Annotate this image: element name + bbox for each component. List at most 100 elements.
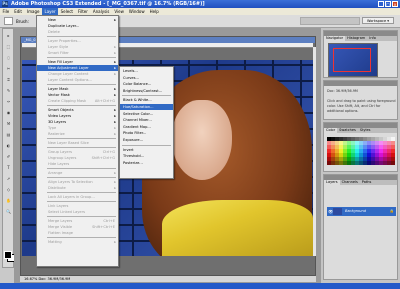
layer-menu-item[interactable]: Rasterize ▸ (37, 131, 118, 137)
lasso-tool-icon[interactable]: ◌ (5, 55, 12, 60)
adjustment-menu-item[interactable]: Selective Color... (120, 111, 173, 117)
menu-item-label: Layer Mask (48, 87, 69, 91)
panel-tab[interactable]: Histogram (345, 36, 367, 41)
panel-tab[interactable]: Layers (324, 180, 340, 185)
brush-tool-icon[interactable]: ◉ (5, 110, 12, 115)
menu-item-label: Merge Layers (48, 219, 73, 223)
menu-item-label: Distribute (48, 186, 66, 190)
type-tool-icon[interactable]: ✋ (5, 198, 12, 203)
menu-window[interactable]: Window (126, 8, 147, 15)
adjustment-menu-item[interactable]: Hue/Saturation... (120, 104, 173, 110)
adjustment-menu-item[interactable]: Levels... (120, 68, 173, 74)
layer-menu-item[interactable]: New Layer Based Slice (37, 140, 118, 146)
panel-tab[interactable]: Navigator (324, 36, 346, 41)
menu-image[interactable]: Image (24, 8, 42, 15)
menu-file[interactable]: File (0, 8, 12, 15)
submenu-arrow-icon: ▸ (114, 240, 116, 244)
menu-separator (47, 216, 116, 217)
menu-item-label: Lock All Layers in Group... (48, 195, 95, 199)
slice-tool-icon[interactable]: ✎ (5, 88, 12, 93)
adjustment-menu-item[interactable]: Exposure... (120, 137, 173, 143)
quick-select-tool-icon[interactable]: ✂ (5, 66, 12, 71)
workspace-button[interactable]: Workspace ▾ (362, 17, 394, 24)
crop-tool-icon[interactable]: ⌗ (5, 77, 12, 82)
adjustment-menu-item[interactable]: Channel Mixer... (120, 117, 173, 123)
adjustment-menu-item[interactable]: Threshold... (120, 153, 173, 159)
layer-menu-item[interactable]: Smart Filter ▸ (37, 50, 118, 56)
swatch-grid[interactable] (327, 137, 395, 165)
color-swatch[interactable] (391, 161, 395, 165)
adjustment-menu-item[interactable]: Color Balance... (120, 81, 173, 87)
info-panel: Doc: 36.9M/36.9M Click and drag to paint … (323, 80, 398, 120)
layer-menu-item[interactable]: Create Clipping Mask Alt+Ctrl+G (37, 98, 118, 104)
layer-menu-item[interactable]: Hide Layers (37, 161, 118, 167)
menu-view[interactable]: View (112, 8, 127, 15)
adjustment-menu-item[interactable]: Curves... (120, 75, 173, 81)
eraser-tool-icon[interactable]: ◐ (5, 143, 12, 148)
status-bar: 16.67% Doc: 36.9M/36.9M (20, 276, 316, 282)
panel-tab[interactable]: Channels (340, 180, 360, 185)
panel-tab[interactable]: Info (367, 36, 378, 41)
menu-item-label: Hide Layers (48, 162, 70, 166)
panel-tab[interactable]: Styles (358, 128, 373, 133)
menu-help[interactable]: Help (147, 8, 161, 15)
layer-menu-item[interactable]: Select Linked Layers (37, 209, 118, 215)
pen-tool-icon[interactable]: ◇ (5, 187, 12, 192)
menu-separator (47, 168, 116, 169)
healing-tool-icon[interactable]: ✑ (5, 99, 12, 104)
gradient-tool-icon[interactable]: ✐ (5, 154, 12, 159)
menu-item-label: Layer Style (48, 45, 69, 49)
layer-menu-item[interactable]: Lock All Layers in Group... (37, 194, 118, 200)
foreground-color-swatch[interactable] (4, 251, 12, 259)
layer-menu-item[interactable]: Delete (37, 29, 118, 35)
vertical-scrollbar[interactable] (313, 47, 316, 256)
history-tool-icon[interactable]: ▤ (5, 132, 12, 137)
menu-separator (47, 201, 116, 202)
menu-analysis[interactable]: Analysis (90, 8, 111, 15)
panel-tab[interactable]: Color (324, 128, 338, 133)
adjustment-menu-item[interactable]: Photo Filter... (120, 130, 173, 136)
layer-menu-item[interactable]: Flatten Image (37, 230, 118, 236)
menu-select[interactable]: Select (58, 8, 75, 15)
menu-separator (122, 144, 171, 146)
menu-separator (47, 192, 116, 193)
menu-edit[interactable]: Edit (12, 8, 25, 15)
menu-item-label: Group Layers (48, 150, 72, 154)
menu-item-label: Layer Content Options... (48, 78, 92, 82)
panel-tab[interactable]: Swatches (337, 128, 358, 133)
menu-item-label: Rasterize (48, 132, 65, 136)
menu-item-label: Layer Properties... (48, 39, 81, 43)
menu-separator (47, 147, 116, 148)
menu-item-label: Matting (48, 240, 62, 244)
menu-item-label: Select Linked Layers (48, 210, 85, 214)
minimize-button[interactable]: _ (378, 1, 384, 7)
adjustment-menu-item[interactable]: Black & White... (120, 97, 173, 103)
adjustment-menu-item[interactable]: Posterize... (120, 160, 173, 166)
maximize-button[interactable]: □ (385, 1, 391, 7)
close-button[interactable]: × (392, 1, 398, 7)
tool-preset-picker[interactable] (4, 17, 13, 25)
layer-menu-item[interactable]: Arrange ▸ (37, 170, 118, 176)
navigator-view-rect[interactable] (333, 48, 371, 72)
menu-item-label: Change Layer Content (48, 72, 89, 76)
blur-tool-icon[interactable]: T (5, 165, 12, 170)
layer-menu-item[interactable]: Matting ▸ (37, 239, 118, 245)
menu-layer[interactable]: Layer (41, 8, 59, 15)
path-tool-icon[interactable]: 🔍 (5, 209, 12, 214)
dodge-tool-icon[interactable]: ➚ (5, 176, 12, 181)
menu-item-label: Vector Mask (48, 93, 70, 97)
layers-tabs: Layers Channels Paths (324, 180, 397, 185)
move-tool-icon[interactable]: ▸ (5, 33, 12, 38)
adjustment-menu-item[interactable]: Brightness/Contrast... (120, 88, 173, 94)
menu-item-label: Smart Objects (48, 108, 74, 112)
menu-filter[interactable]: Filter (75, 8, 90, 15)
adjustment-menu-item[interactable]: Gradient Map... (120, 124, 173, 130)
layer-menu-item[interactable]: Layer Content Options... (37, 77, 118, 83)
panel-tab[interactable]: Paths (360, 180, 374, 185)
layer-menu-item[interactable]: Distribute ▸ (37, 185, 118, 191)
stamp-tool-icon[interactable]: ⚒ (5, 121, 12, 126)
marquee-tool-icon[interactable]: ⬚ (5, 44, 12, 49)
navigator-thumbnail[interactable] (328, 43, 378, 77)
layer-row-background[interactable]: 👁 Background 🔒 (327, 207, 396, 216)
adjustment-menu-item[interactable]: Invert (120, 147, 173, 153)
